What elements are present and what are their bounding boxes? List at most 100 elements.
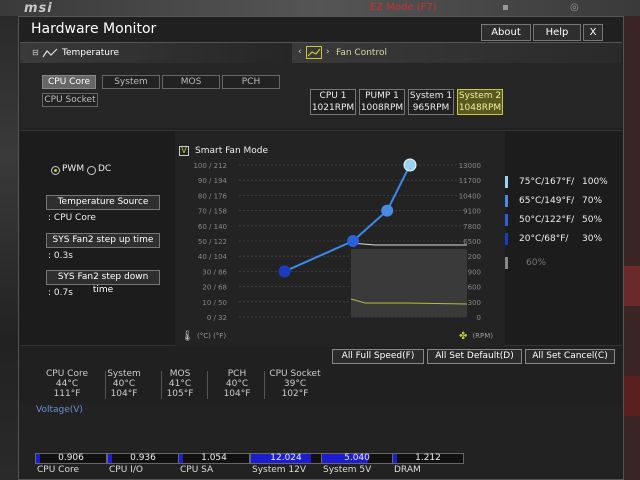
all-set-cancel-button[interactable]: All Set Cancel(C)	[525, 349, 615, 364]
y-tick-label-left: 80 / 176	[198, 192, 228, 200]
bios-left-edge	[0, 16, 20, 480]
y-tick-label-right: 10400	[459, 192, 481, 200]
voltage-value: 12.024	[270, 453, 302, 463]
voltage-bar: 12.024	[250, 453, 322, 464]
temperature-source-button[interactable]: Temperature Source	[46, 195, 160, 210]
voltage-label: Voltage(V)	[36, 405, 83, 415]
tab-mos[interactable]: MOS	[162, 75, 220, 89]
legend-percent: 30%	[582, 234, 603, 244]
collapse-icon[interactable]: ⊟	[32, 48, 39, 57]
curve-point-handle[interactable]	[403, 158, 417, 172]
pwm-radio[interactable]	[51, 166, 60, 175]
dc-label: DC	[98, 164, 112, 174]
rpm-history-line	[350, 242, 467, 246]
fan-curve-chart[interactable]: 100 / 212 13000 90 / 194 11700 80 / 176 10400…	[175, 131, 505, 347]
all-set-default-button[interactable]: All Set Default(D)	[427, 349, 522, 364]
temp-fahrenheit: 104°F	[110, 389, 138, 399]
fan-control-label: Fan Control	[336, 48, 387, 58]
window-title: Hardware Monitor	[31, 21, 157, 37]
chevron-right-icon[interactable]: ›	[326, 47, 330, 57]
legend-color-bar	[505, 214, 508, 226]
fan-tab-pump1[interactable]: PUMP 1 1008RPM	[359, 89, 405, 115]
voltage-name: DRAM	[394, 465, 421, 475]
y-tick-label-right: 9100	[463, 208, 481, 216]
tab-cpu-socket[interactable]: CPU Socket	[42, 93, 98, 107]
voltage-name: CPU I/O	[109, 465, 143, 475]
tab-cpu-core[interactable]: CPU Core	[42, 75, 96, 89]
legend-color-bar	[505, 257, 508, 269]
temp-cpu-socket: CPU Socket 39°C 102°F	[263, 369, 327, 399]
temp-celsius: 41°C	[168, 379, 192, 389]
temperature-label: Temperature	[62, 48, 120, 58]
fan-rpm: 1021RPM	[311, 103, 355, 113]
temp-name: System	[107, 369, 141, 379]
legend-temp-label: 75°C/167°F/	[519, 177, 575, 187]
y-tick-label-right: 0	[477, 314, 481, 322]
temp-celsius: 40°C	[225, 379, 249, 389]
legend-percent: 100%	[582, 177, 608, 187]
y-tick-label-left: 90 / 194	[198, 177, 228, 185]
voltage-name: System 5V	[323, 465, 372, 475]
fan-tab-system2[interactable]: System 2 1048RPM	[457, 89, 503, 115]
fan-curve-panel: PWM DC Temperature Source : CPU Core SYS…	[20, 130, 622, 347]
about-button[interactable]: About	[481, 24, 531, 41]
fan-name: System 1	[409, 91, 453, 101]
selector-panel: ⊟ Temperature ‹ › Fan Control CPU Core S…	[20, 42, 622, 128]
voltage-value: 1.212	[415, 453, 441, 463]
voltage-bar: 5.040	[321, 453, 393, 464]
fan-rpm: 1048RPM	[458, 103, 502, 113]
temp-name: CPU Socket	[269, 369, 321, 379]
y-tick-label-left: 0 / 32	[207, 314, 227, 322]
fan-tab-cpu1[interactable]: CPU 1 1021RPM	[310, 89, 356, 115]
x-unit-label: (°C) (°F)	[197, 332, 226, 340]
tab-system[interactable]: System	[102, 75, 160, 89]
temp-system: System 40°C 104°F	[94, 369, 154, 399]
temp-name: CPU Core	[46, 369, 88, 379]
pwm-label: PWM	[62, 164, 85, 174]
temperature-header: ⊟ Temperature	[20, 43, 292, 63]
legend-color-bar	[505, 195, 508, 207]
y-tick-label-left: 10 / 50	[202, 299, 227, 307]
msi-logo: msi	[24, 1, 53, 16]
fan-tab-system1[interactable]: System 1 965RPM	[408, 89, 454, 115]
voltage-name: CPU SA	[180, 465, 214, 475]
temperature-source-value: : CPU Core	[48, 213, 96, 223]
temp-celsius: 39°C	[283, 379, 307, 389]
legend-percent: 60%	[526, 258, 547, 268]
chevron-left-icon[interactable]: ‹	[298, 47, 302, 57]
y-tick-label-left: 30 / 86	[202, 268, 227, 276]
ez-mode-link[interactable]: EZ Mode (F7)	[370, 2, 437, 13]
legend-temp-label: 50°C/122°F/	[519, 215, 575, 225]
y-tick-label-left: 70 / 158	[198, 208, 227, 216]
legend-temp-label: 20°C/68°F/	[519, 234, 569, 244]
legend-percent: 50%	[582, 215, 603, 225]
legend-percent: 70%	[582, 196, 603, 206]
curve-point-handle[interactable]	[381, 204, 394, 217]
curve-point-handle[interactable]	[278, 265, 291, 278]
dc-radio[interactable]	[87, 166, 96, 175]
step-up-time-button[interactable]: SYS Fan2 step up time	[46, 233, 160, 248]
temp-fahrenheit: 105°F	[166, 389, 194, 399]
help-button[interactable]: Help	[533, 24, 581, 41]
y-tick-label-left: 100 / 212	[193, 162, 227, 170]
step-up-time-value: : 0.3s	[48, 251, 73, 261]
step-down-time-button[interactable]: SYS Fan2 step down time	[46, 270, 160, 295]
voltage-name: System 12V	[252, 465, 307, 475]
y-tick-label-right: 11700	[459, 177, 481, 185]
curve-point-handle[interactable]	[347, 235, 359, 247]
y-tick-label-right: 7800	[463, 223, 481, 231]
temp-name: MOS	[169, 369, 191, 379]
temperature-graph-icon	[42, 48, 58, 58]
voltage-value: 0.906	[58, 453, 84, 463]
close-button[interactable]: X	[583, 24, 603, 41]
bios-header: msi EZ Mode (F7) ▪ ◎	[0, 0, 640, 16]
bios-header-icon: ▪	[502, 2, 509, 13]
step-down-time-value: : 0.7s	[48, 288, 73, 298]
all-full-speed-button[interactable]: All Full Speed(F)	[332, 349, 424, 364]
tab-pch[interactable]: PCH	[222, 75, 280, 89]
temp-fahrenheit: 102°F	[281, 389, 309, 399]
bios-right-edge	[622, 16, 640, 480]
rpm-history-area	[351, 249, 467, 317]
bios-screen: msi EZ Mode (F7) ▪ ◎ Hardware Monitor Ab…	[0, 0, 640, 480]
legend-color-bar	[505, 176, 508, 188]
